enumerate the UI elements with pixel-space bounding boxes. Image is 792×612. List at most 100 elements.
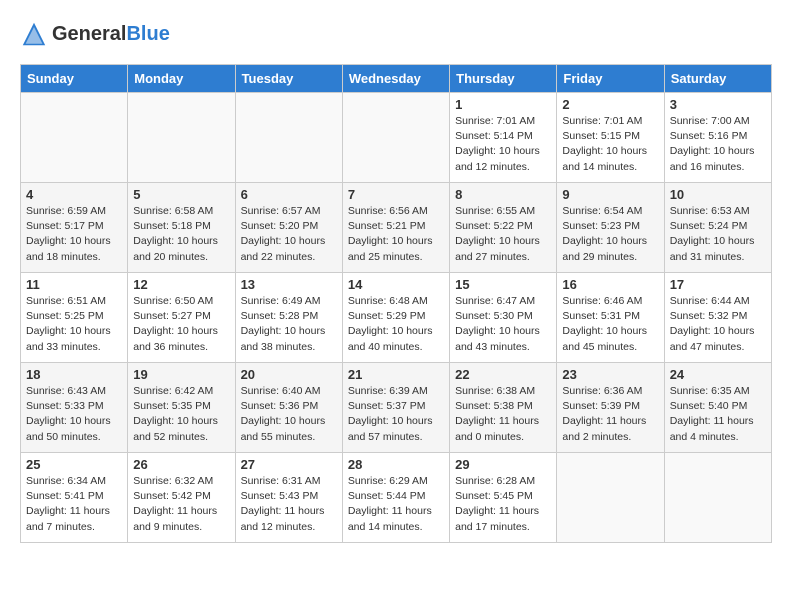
- day-number: 8: [455, 187, 551, 202]
- day-number: 9: [562, 187, 658, 202]
- week-row-1: 1 Sunrise: 7:01 AMSunset: 5:14 PMDaylight…: [21, 93, 772, 183]
- week-row-2: 4 Sunrise: 6:59 AMSunset: 5:17 PMDaylight…: [21, 183, 772, 273]
- calendar-cell: [664, 453, 771, 543]
- calendar-cell: 27 Sunrise: 6:31 AMSunset: 5:43 PMDayligh…: [235, 453, 342, 543]
- calendar-cell: 6 Sunrise: 6:57 AMSunset: 5:20 PMDaylight…: [235, 183, 342, 273]
- week-row-4: 18Sunrise: 6:43 AMSunset: 5:33 PMDayligh…: [21, 363, 772, 453]
- calendar-cell: 2Sunrise: 7:01 AMSunset: 5:15 PMDaylight…: [557, 93, 664, 183]
- day-info: Sunrise: 6:56 AMSunset: 5:21 PMDaylight:…: [348, 204, 444, 265]
- day-number: 25: [26, 457, 122, 472]
- calendar-cell: 28Sunrise: 6:29 AMSunset: 5:44 PMDayligh…: [342, 453, 449, 543]
- day-info: Sunrise: 6:36 AMSunset: 5:39 PMDaylight:…: [562, 384, 658, 445]
- week-row-5: 25 Sunrise: 6:34 AMSunset: 5:41 PMDayligh…: [21, 453, 772, 543]
- day-number: 6: [241, 187, 337, 202]
- day-number: 24: [670, 367, 766, 382]
- day-number: 13: [241, 277, 337, 292]
- day-header-sunday: Sunday: [21, 65, 128, 93]
- day-info: Sunrise: 6:55 AMSunset: 5:22 PMDaylight:…: [455, 204, 551, 265]
- calendar-cell: 9 Sunrise: 6:54 AMSunset: 5:23 PMDaylight…: [557, 183, 664, 273]
- day-number: 1: [455, 97, 551, 112]
- day-number: 11: [26, 277, 122, 292]
- calendar-header-row: SundayMondayTuesdayWednesdayThursdayFrid…: [21, 65, 772, 93]
- day-number: 29: [455, 457, 551, 472]
- day-number: 26: [133, 457, 229, 472]
- day-info: Sunrise: 6:47 AMSunset: 5:30 PMDaylight:…: [455, 294, 551, 355]
- calendar-cell: 23 Sunrise: 6:36 AMSunset: 5:39 PMDayligh…: [557, 363, 664, 453]
- calendar-cell: 22 Sunrise: 6:38 AMSunset: 5:38 PMDayligh…: [450, 363, 557, 453]
- day-number: 27: [241, 457, 337, 472]
- day-number: 10: [670, 187, 766, 202]
- day-info: Sunrise: 6:34 AMSunset: 5:41 PMDaylight:…: [26, 474, 122, 535]
- day-info: Sunrise: 6:54 AMSunset: 5:23 PMDaylight:…: [562, 204, 658, 265]
- calendar-cell: 10 Sunrise: 6:53 AMSunset: 5:24 PMDayligh…: [664, 183, 771, 273]
- day-info: Sunrise: 6:48 AMSunset: 5:29 PMDaylight:…: [348, 294, 444, 355]
- day-number: 21: [348, 367, 444, 382]
- calendar-cell: 11 Sunrise: 6:51 AMSunset: 5:25 PMDayligh…: [21, 273, 128, 363]
- day-number: 7: [348, 187, 444, 202]
- day-info: Sunrise: 6:31 AMSunset: 5:43 PMDaylight:…: [241, 474, 337, 535]
- day-info: Sunrise: 6:39 AMSunset: 5:37 PMDaylight:…: [348, 384, 444, 445]
- day-header-thursday: Thursday: [450, 65, 557, 93]
- calendar-table: SundayMondayTuesdayWednesdayThursdayFrid…: [20, 64, 772, 543]
- calendar-cell: [342, 93, 449, 183]
- logo-text: GeneralBlue: [52, 23, 170, 46]
- day-info: Sunrise: 6:58 AMSunset: 5:18 PMDaylight:…: [133, 204, 229, 265]
- day-number: 4: [26, 187, 122, 202]
- day-header-wednesday: Wednesday: [342, 65, 449, 93]
- day-header-tuesday: Tuesday: [235, 65, 342, 93]
- day-number: 28: [348, 457, 444, 472]
- calendar-cell: 3 Sunrise: 7:00 AMSunset: 5:16 PMDaylight…: [664, 93, 771, 183]
- calendar-cell: 1 Sunrise: 7:01 AMSunset: 5:14 PMDaylight…: [450, 93, 557, 183]
- calendar-cell: 21 Sunrise: 6:39 AMSunset: 5:37 PMDayligh…: [342, 363, 449, 453]
- calendar-cell: 29 Sunrise: 6:28 AMSunset: 5:45 PMDayligh…: [450, 453, 557, 543]
- calendar-cell: 17 Sunrise: 6:44 AMSunset: 5:32 PMDayligh…: [664, 273, 771, 363]
- calendar-cell: 16Sunrise: 6:46 AMSunset: 5:31 PMDayligh…: [557, 273, 664, 363]
- day-number: 23: [562, 367, 658, 382]
- day-info: Sunrise: 6:59 AMSunset: 5:17 PMDaylight:…: [26, 204, 122, 265]
- day-number: 2: [562, 97, 658, 112]
- day-info: Sunrise: 6:53 AMSunset: 5:24 PMDaylight:…: [670, 204, 766, 265]
- calendar-cell: 25 Sunrise: 6:34 AMSunset: 5:41 PMDayligh…: [21, 453, 128, 543]
- day-info: Sunrise: 6:28 AMSunset: 5:45 PMDaylight:…: [455, 474, 551, 535]
- week-row-3: 11 Sunrise: 6:51 AMSunset: 5:25 PMDayligh…: [21, 273, 772, 363]
- calendar-cell: [557, 453, 664, 543]
- day-number: 18: [26, 367, 122, 382]
- calendar-cell: 12 Sunrise: 6:50 AMSunset: 5:27 PMDayligh…: [128, 273, 235, 363]
- day-number: 17: [670, 277, 766, 292]
- day-info: Sunrise: 6:40 AMSunset: 5:36 PMDaylight:…: [241, 384, 337, 445]
- calendar-cell: 18Sunrise: 6:43 AMSunset: 5:33 PMDayligh…: [21, 363, 128, 453]
- calendar-body: 1 Sunrise: 7:01 AMSunset: 5:14 PMDaylight…: [21, 93, 772, 543]
- day-number: 22: [455, 367, 551, 382]
- day-info: Sunrise: 7:01 AMSunset: 5:14 PMDaylight:…: [455, 114, 551, 175]
- calendar-cell: 5 Sunrise: 6:58 AMSunset: 5:18 PMDaylight…: [128, 183, 235, 273]
- calendar-cell: 14 Sunrise: 6:48 AMSunset: 5:29 PMDayligh…: [342, 273, 449, 363]
- calendar-cell: 8 Sunrise: 6:55 AMSunset: 5:22 PMDaylight…: [450, 183, 557, 273]
- calendar-cell: 19 Sunrise: 6:42 AMSunset: 5:35 PMDayligh…: [128, 363, 235, 453]
- day-info: Sunrise: 7:00 AMSunset: 5:16 PMDaylight:…: [670, 114, 766, 175]
- day-info: Sunrise: 6:49 AMSunset: 5:28 PMDaylight:…: [241, 294, 337, 355]
- day-info: Sunrise: 6:57 AMSunset: 5:20 PMDaylight:…: [241, 204, 337, 265]
- day-number: 3: [670, 97, 766, 112]
- day-info: Sunrise: 6:38 AMSunset: 5:38 PMDaylight:…: [455, 384, 551, 445]
- calendar-cell: 20Sunrise: 6:40 AMSunset: 5:36 PMDayligh…: [235, 363, 342, 453]
- day-info: Sunrise: 6:51 AMSunset: 5:25 PMDaylight:…: [26, 294, 122, 355]
- day-header-saturday: Saturday: [664, 65, 771, 93]
- day-info: Sunrise: 6:35 AMSunset: 5:40 PMDaylight:…: [670, 384, 766, 445]
- day-number: 5: [133, 187, 229, 202]
- day-info: Sunrise: 6:50 AMSunset: 5:27 PMDaylight:…: [133, 294, 229, 355]
- day-number: 12: [133, 277, 229, 292]
- day-info: Sunrise: 6:42 AMSunset: 5:35 PMDaylight:…: [133, 384, 229, 445]
- calendar-cell: 7 Sunrise: 6:56 AMSunset: 5:21 PMDaylight…: [342, 183, 449, 273]
- day-header-monday: Monday: [128, 65, 235, 93]
- logo-icon: [20, 20, 48, 48]
- calendar-cell: [21, 93, 128, 183]
- calendar-cell: 13 Sunrise: 6:49 AMSunset: 5:28 PMDayligh…: [235, 273, 342, 363]
- logo: GeneralBlue: [20, 20, 170, 48]
- day-number: 14: [348, 277, 444, 292]
- calendar-cell: 24 Sunrise: 6:35 AMSunset: 5:40 PMDayligh…: [664, 363, 771, 453]
- day-header-friday: Friday: [557, 65, 664, 93]
- day-info: Sunrise: 6:44 AMSunset: 5:32 PMDaylight:…: [670, 294, 766, 355]
- day-info: Sunrise: 6:32 AMSunset: 5:42 PMDaylight:…: [133, 474, 229, 535]
- day-number: 15: [455, 277, 551, 292]
- day-number: 19: [133, 367, 229, 382]
